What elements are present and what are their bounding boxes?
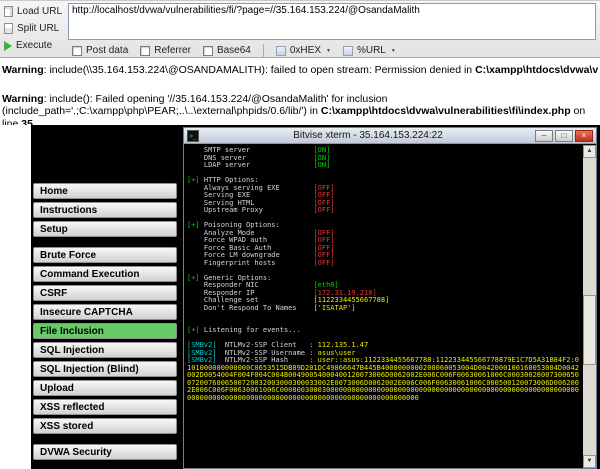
hackbar-toolbar: Load URL Split URL Execute http://localh… [0, 0, 600, 58]
dvwa-content-panel: Home Instructions Setup Brute Force Command … [31, 125, 600, 469]
scrollbar-thumb[interactable] [583, 295, 596, 365]
scroll-up-icon[interactable]: ▲ [583, 145, 596, 158]
sidebar-item-sql-injection[interactable]: SQL Injection [33, 342, 177, 358]
sidebar-menu: Home Instructions Setup Brute Force Command … [33, 183, 177, 469]
terminal-scrollbar[interactable]: ▲ ▼ [583, 145, 596, 468]
terminal-window: >_ Bitvise xterm - 35.164.153.224:22 – □… [183, 127, 597, 469]
split-url-button[interactable]: Split URL [2, 20, 66, 37]
sidebar-item-brute-force[interactable]: Brute Force [33, 247, 177, 263]
terminal-line: [+] Listening for events... [187, 326, 301, 334]
terminal-title: Bitvise xterm - 35.164.153.224:22 [293, 130, 443, 141]
sidebar-item-file-inclusion[interactable]: File Inclusion [33, 323, 177, 339]
sidebar-item-csrf[interactable]: CSRF [33, 285, 177, 301]
hex-label: 0xHEX [289, 45, 321, 56]
execute-button[interactable]: Execute [2, 37, 66, 54]
hex-encoding-button[interactable]: 0xHEX ▼ [275, 45, 331, 56]
terminal-body: SMTP server [ON] DNS server [ON] LDAP se… [184, 145, 596, 468]
terminal-titlebar[interactable]: >_ Bitvise xterm - 35.164.153.224:22 – □… [184, 128, 596, 144]
screen: Load URL Split URL Execute http://localh… [0, 0, 600, 469]
base64-option[interactable]: Base64 [202, 45, 251, 56]
sidebar-item-dvwa-security[interactable]: DVWA Security [33, 444, 177, 460]
php-warning-1: Warning: include(\\35.164.153.224\@OSAND… [2, 64, 598, 76]
terminal-line: Don't Respond To Names ['ISATAP'] [187, 303, 356, 312]
terminal-line: [SMBv2] NTLMv2-SSP Hash : user::asus:112… [187, 356, 579, 402]
sidebar-item-xss-stored[interactable]: XSS stored [33, 418, 177, 434]
terminal-line: Upstream Proxy [OFF] [187, 206, 335, 214]
referrer-label: Referrer [154, 45, 191, 56]
post-data-option[interactable]: Post data [72, 45, 128, 56]
scroll-down-icon[interactable]: ▼ [583, 455, 596, 468]
sidebar-item-sql-injection-blind[interactable]: SQL Injection (Blind) [33, 361, 177, 377]
sidebar-item-home[interactable]: Home [33, 183, 177, 199]
split-url-label: Split URL [17, 23, 60, 34]
terminal-output: SMTP server [ON] DNS server [ON] LDAP se… [187, 146, 582, 402]
referrer-checkbox[interactable] [140, 45, 151, 56]
hackbar-commands: Load URL Split URL Execute [2, 3, 66, 54]
hex-icon [275, 45, 286, 56]
maximize-button[interactable]: □ [555, 129, 573, 142]
execute-label: Execute [16, 40, 53, 51]
base64-label: Base64 [216, 45, 251, 56]
load-url-button[interactable]: Load URL [2, 3, 66, 20]
post-data-label: Post data [86, 45, 129, 56]
sidebar-item-insecure-captcha[interactable]: Insecure CAPTCHA [33, 304, 177, 320]
chevron-down-icon: ▼ [326, 47, 331, 54]
chevron-down-icon: ▼ [390, 47, 396, 54]
url-encoding-button[interactable]: %URL ▼ [342, 45, 396, 56]
referrer-option[interactable]: Referrer [140, 45, 191, 56]
terminal-line: Fingerprint hosts [OFF] [187, 258, 335, 267]
terminal-line: LDAP server [ON] [187, 161, 331, 169]
base64-checkbox[interactable] [202, 45, 213, 56]
minimize-button[interactable]: – [535, 129, 553, 142]
close-button[interactable]: × [575, 129, 593, 142]
sidebar-item-command-execution[interactable]: Command Execution [33, 266, 177, 282]
load-url-label: Load URL [17, 6, 63, 17]
post-data-checkbox[interactable] [72, 45, 82, 56]
sidebar-item-upload[interactable]: Upload [33, 380, 177, 396]
warning-area: Warning: include(\\35.164.153.224\@OSAND… [0, 59, 600, 130]
url-encode-icon [342, 45, 353, 56]
load-url-icon [4, 6, 13, 17]
sidebar-item-xss-reflected[interactable]: XSS reflected [33, 399, 177, 415]
url-input[interactable]: http://localhost/dvwa/vulnerabilities/fi… [68, 3, 596, 40]
toolbar-separator [262, 44, 264, 57]
hackbar-options: Post data Referrer Base64 0xHEX ▼ %URL ▼ [72, 44, 396, 57]
sidebar-item-setup[interactable]: Setup [33, 221, 177, 237]
url-enc-label: %URL [356, 45, 386, 56]
dvwa-page: Home Instructions Setup Brute Force Command … [0, 125, 600, 469]
sidebar-item-instructions[interactable]: Instructions [33, 202, 177, 218]
execute-icon [4, 40, 12, 51]
terminal-icon: >_ [187, 129, 199, 142]
split-url-icon [4, 23, 13, 34]
